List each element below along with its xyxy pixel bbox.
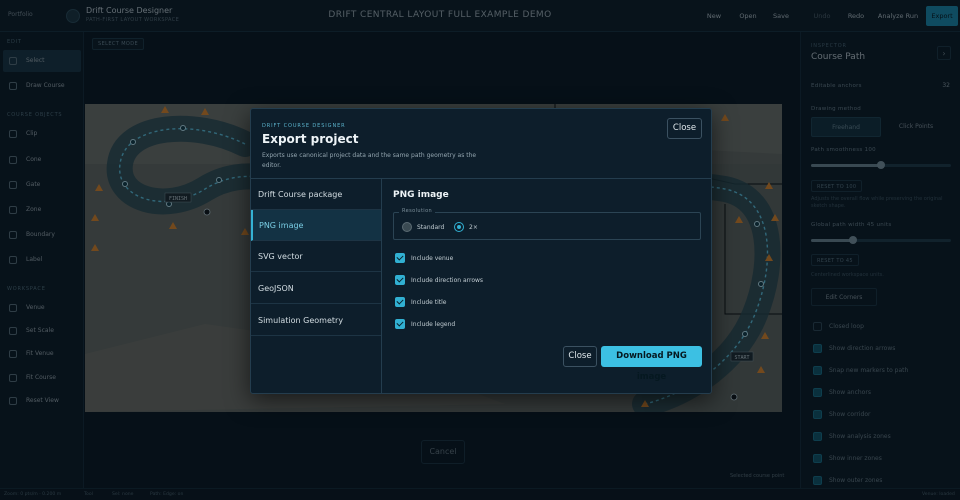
export-dialog: DRIFT COURSE DESIGNER Export project Exp…: [250, 108, 712, 394]
dialog-title: Export project: [262, 132, 359, 146]
include-legend-label: Include legend: [411, 321, 456, 328]
checkbox-include-arrows[interactable]: [395, 275, 405, 285]
dialog-description: Exports use canonical project data and t…: [262, 152, 477, 169]
radio-2x-label: 2×: [469, 224, 478, 231]
pane-title: PNG image: [393, 190, 449, 200]
include-title-label: Include title: [411, 299, 447, 306]
close-button[interactable]: Close: [667, 118, 702, 139]
format-label: Drift Course package: [258, 190, 343, 199]
format-svg-vector[interactable]: SVG vector: [251, 241, 381, 272]
radio-2x[interactable]: [454, 222, 464, 232]
radio-standard-label: Standard: [417, 224, 445, 231]
dialog-kicker: DRIFT COURSE DESIGNER: [262, 123, 346, 129]
format-drift-package[interactable]: Drift Course package: [251, 179, 381, 210]
include-arrows-label: Include direction arrows: [411, 277, 484, 284]
format-simulation-geometry[interactable]: Simulation Geometry: [251, 305, 381, 336]
format-label: GeoJSON: [258, 284, 294, 293]
format-label: Simulation Geometry: [258, 316, 344, 325]
format-png-image[interactable]: PNG image: [251, 210, 381, 241]
checkbox-include-title[interactable]: [395, 297, 405, 307]
checkbox-include-venue[interactable]: [395, 253, 405, 263]
dialog-close-button[interactable]: Close: [563, 346, 597, 367]
checkbox-include-legend[interactable]: [395, 319, 405, 329]
format-label: SVG vector: [258, 252, 303, 261]
format-geojson[interactable]: GeoJSON: [251, 273, 381, 304]
format-label: PNG image: [259, 221, 304, 230]
include-venue-label: Include venue: [411, 255, 454, 262]
export-format-list: Drift Course package PNG image SVG vecto…: [251, 179, 382, 394]
resolution-legend: Resolution: [399, 208, 436, 214]
download-png-button[interactable]: Download PNG image: [601, 346, 702, 382]
radio-standard[interactable]: [402, 222, 412, 232]
